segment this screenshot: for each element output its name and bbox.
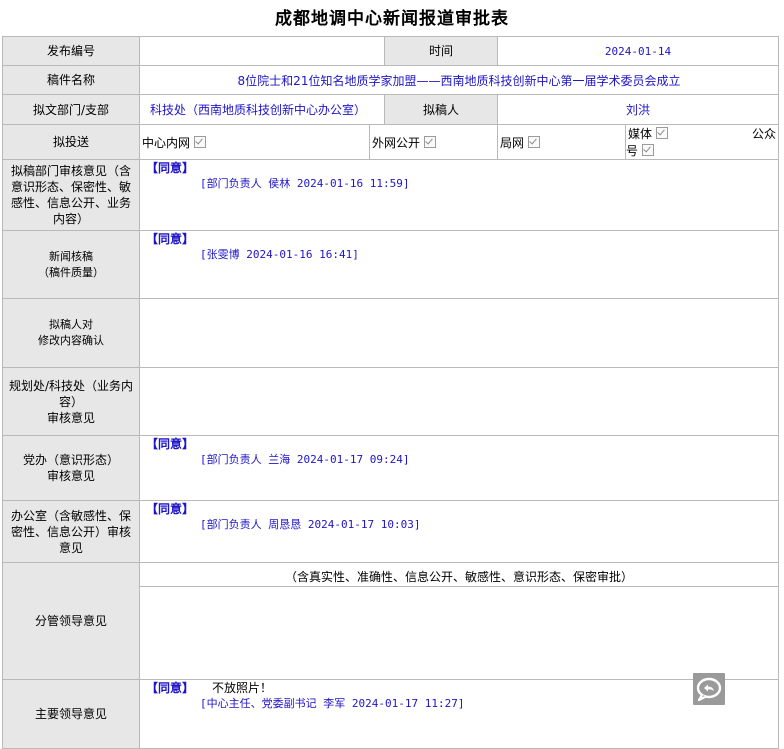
agree-tag: 【同意】	[146, 502, 195, 516]
chat-bubble-icon[interactable]	[693, 673, 725, 705]
news-review-label-line2: （稿件质量）	[38, 265, 104, 279]
channel-bureau: 局网	[497, 124, 627, 160]
checkbox-checked-icon[interactable]	[424, 135, 437, 148]
drafter-confirm-opinion	[138, 298, 780, 368]
time-value: 2024-01-14	[497, 36, 780, 66]
drafter-confirm-label: 拟稿人对 修改内容确认	[2, 298, 140, 368]
agree-tag: 【同意】	[146, 161, 195, 175]
dept-label: 拟文部门/支部	[2, 94, 140, 125]
checkbox-checked-icon[interactable]	[656, 127, 669, 139]
leader-in-charge-label: 分管领导意见	[2, 562, 140, 680]
party-review-label: 党办（意识形态） 审核意见	[2, 435, 140, 501]
party-review-opinion: 【同意】 [部门负责人 兰海 2024-01-17 09:24]	[138, 435, 780, 501]
approval-table: 发布编号 时间 2024-01-14 稿件名称 8位院士和21位知名地质学家加盟…	[2, 36, 780, 749]
dept-review-signature: [部门负责人 侯林 2024-01-16 11:59]	[200, 177, 410, 190]
main-leader-label: 主要领导意见	[2, 679, 140, 749]
planning-review-label-line2: 审核意见	[46, 410, 95, 425]
checkbox-checked-icon[interactable]	[194, 135, 207, 148]
leader-in-charge-note: （含真实性、准确性、信息公开、敏感性、意识形态、保密审批）	[138, 562, 780, 587]
release-no-label: 发布编号	[2, 36, 140, 66]
release-no-value	[138, 36, 386, 66]
party-review-signature: [部门负责人 兰海 2024-01-17 09:24]	[200, 453, 410, 466]
manuscript-name-value: 8位院士和21位知名地质学家加盟——西南地质科技创新中心第一届学术委员会成立	[138, 65, 780, 95]
page-title: 成都地调中心新闻报道审批表	[275, 9, 509, 29]
dept-review-opinion: 【同意】 [部门负责人 侯林 2024-01-16 11:59]	[138, 159, 780, 231]
agree-tag: 【同意】	[146, 232, 195, 246]
channel-internal-label: 中心内网	[141, 134, 261, 151]
channel-internal: 中心内网	[139, 124, 370, 160]
checkbox-checked-icon[interactable]	[642, 144, 655, 156]
leader-in-charge-opinion	[138, 586, 780, 680]
dept-review-label: 拟稿部门审核意见（含意识形态、保密性、敏感性、信息公开、业务内容）	[2, 159, 140, 231]
office-review-label: 办公室（含敏感性、保密性、信息公开）审核意见	[2, 500, 140, 563]
planning-review-opinion	[138, 367, 780, 436]
planning-review-label: 规划处/科技处（业务内容） 审核意见	[2, 367, 140, 436]
office-review-opinion: 【同意】 [部门负责人 周恳恳 2024-01-17 10:03]	[138, 500, 780, 563]
planning-review-label-line1: 规划处/科技处（业务内容）	[8, 378, 134, 409]
office-review-signature: [部门负责人 周恳恳 2024-01-17 10:03]	[200, 518, 421, 531]
news-review-opinion: 【同意】 [张雯博 2024-01-16 16:41]	[138, 230, 780, 299]
news-review-signature: [张雯博 2024-01-16 16:41]	[200, 248, 359, 261]
channel-media-label: 媒体	[627, 126, 752, 143]
main-leader-signature: [中心主任、党委副书记 李军 2024-01-17 11:27]	[200, 697, 465, 710]
dept-value: 科技处（西南地质科技创新中心办公室）	[138, 94, 386, 125]
channel-bureau-label: 局网	[499, 134, 619, 151]
checkbox-checked-icon[interactable]	[528, 135, 541, 148]
party-review-label-line2: 审核意见	[46, 469, 95, 483]
time-label: 时间	[384, 36, 499, 66]
agree-tag: 【同意】	[146, 437, 195, 451]
drafter-label: 拟稿人	[384, 94, 499, 125]
drafter-value: 刘洪	[497, 94, 780, 125]
party-review-label-line1: 党办（意识形态）	[22, 453, 119, 467]
main-leader-comment: 不放照片！	[212, 681, 273, 695]
send-to-label: 拟投送	[2, 124, 140, 160]
news-review-label-line1: 新闻核稿	[49, 249, 93, 263]
drafter-confirm-label-line1: 拟稿人对	[49, 318, 93, 331]
channel-media-public: 媒体 公众号	[625, 124, 780, 160]
channel-external-label: 外网公开	[371, 134, 490, 151]
drafter-confirm-label-line2: 修改内容确认	[38, 334, 104, 347]
manuscript-name-label: 稿件名称	[2, 65, 140, 95]
main-leader-opinion: 【同意】 不放照片！ [中心主任、党委副书记 李军 2024-01-17 11:2…	[138, 679, 780, 749]
news-review-label: 新闻核稿 （稿件质量）	[2, 230, 140, 299]
agree-tag: 【同意】	[146, 681, 195, 695]
channel-external: 外网公开	[368, 124, 499, 160]
